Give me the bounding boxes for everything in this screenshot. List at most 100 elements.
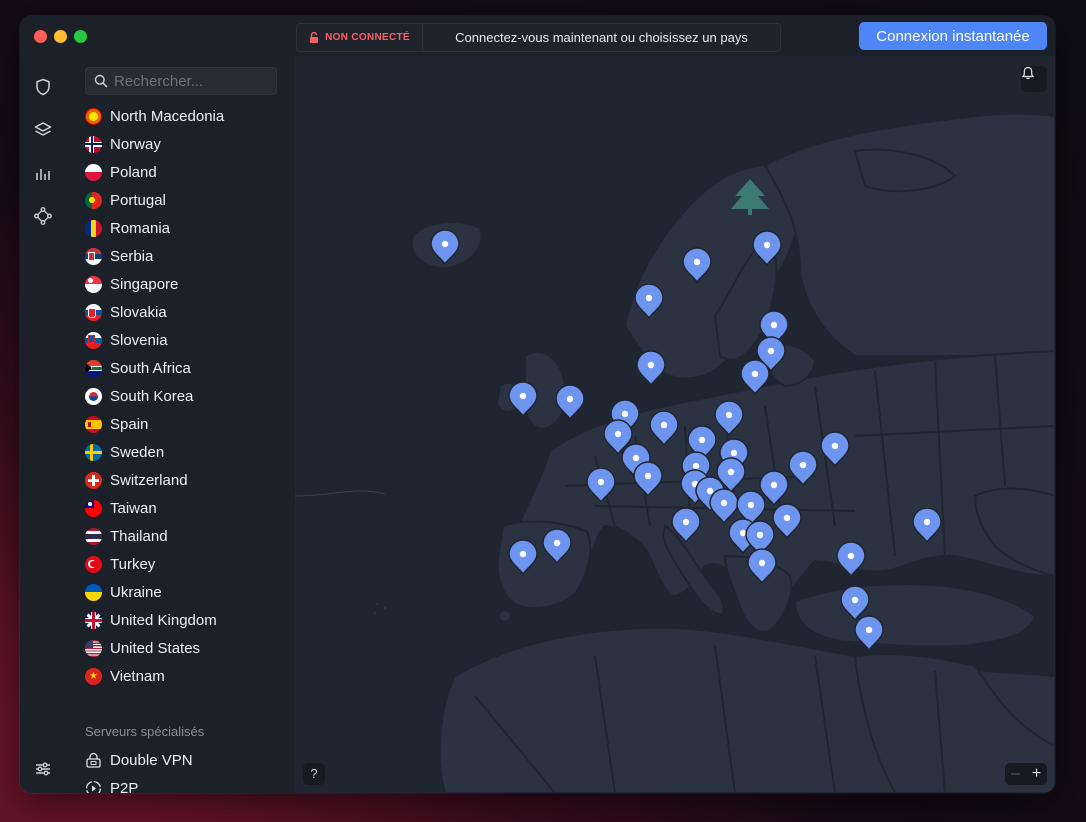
country-item-taiwan[interactable]: Taiwan	[85, 494, 285, 522]
search-input[interactable]	[114, 68, 269, 94]
server-pin[interactable]	[772, 503, 802, 540]
double-vpn-icon	[86, 752, 101, 768]
country-item-slovakia[interactable]: Slovakia	[85, 298, 285, 326]
settings-sliders-icon[interactable]	[34, 760, 52, 778]
country-item-united-states[interactable]: United States	[85, 634, 285, 662]
country-label: United States	[110, 639, 201, 657]
country-label: Spain	[110, 415, 149, 433]
server-pin[interactable]	[542, 528, 572, 565]
country-list: North Macedonia Norway Poland Portugal Roman…	[85, 102, 285, 690]
shield-icon[interactable]	[34, 78, 52, 96]
server-pin[interactable]	[714, 400, 744, 437]
server-pin[interactable]	[752, 230, 782, 267]
country-label: Portugal	[110, 191, 166, 209]
country-item-poland[interactable]: Poland	[85, 158, 285, 186]
country-label: Turkey	[110, 555, 156, 573]
server-pin[interactable]	[508, 539, 538, 576]
app-window: NON CONNECTÉ Connectez-vous maintenant o…	[20, 16, 1055, 793]
country-item-singapore[interactable]: Singapore	[85, 270, 285, 298]
country-item-turkey[interactable]: Turkey	[85, 550, 285, 578]
country-item-slovenia[interactable]: Slovenia	[85, 326, 285, 354]
country-item-norway[interactable]: Norway	[85, 130, 285, 158]
close-window-button[interactable]	[34, 30, 47, 43]
quick-connect-button[interactable]: Connexion instantanée	[859, 22, 1047, 50]
country-label: United Kingdom	[110, 611, 217, 629]
meshnet-icon[interactable]	[34, 207, 52, 225]
server-map[interactable]: ? – +	[295, 56, 1055, 793]
turkey-flag-icon	[85, 555, 102, 573]
sweden-flag-icon	[85, 443, 102, 461]
server-pin[interactable]	[634, 283, 664, 320]
country-label: Slovakia	[110, 303, 167, 321]
south-korea-flag-icon	[85, 387, 102, 405]
server-pin[interactable]	[682, 247, 712, 284]
country-item-thailand[interactable]: Thailand	[85, 522, 285, 550]
country-item-united-kingdom[interactable]: United Kingdom	[85, 606, 285, 634]
specialty-item-p2p[interactable]: P2P	[85, 774, 138, 793]
singapore-flag-icon	[85, 275, 102, 293]
help-button[interactable]: ?	[303, 763, 325, 785]
country-item-spain[interactable]: Spain	[85, 410, 285, 438]
country-item-sweden[interactable]: Sweden	[85, 438, 285, 466]
country-label: Switzerland	[110, 471, 188, 489]
specialty-item-double-vpn[interactable]: Double VPN	[85, 746, 193, 774]
country-item-serbia[interactable]: Serbia	[85, 242, 285, 270]
vietnam-flag-icon	[85, 667, 102, 685]
server-pin[interactable]	[854, 615, 884, 652]
country-item-romania[interactable]: Romania	[85, 214, 285, 242]
server-pin[interactable]	[740, 359, 770, 396]
zoom-controls: – +	[1005, 763, 1047, 785]
romania-flag-icon	[85, 219, 102, 237]
server-pin[interactable]	[633, 461, 663, 498]
country-item-vietnam[interactable]: Vietnam	[85, 662, 285, 690]
country-item-portugal[interactable]: Portugal	[85, 186, 285, 214]
country-item-north-macedonia[interactable]: North Macedonia	[85, 102, 285, 130]
country-label: Thailand	[110, 527, 168, 545]
server-pin[interactable]	[747, 548, 777, 585]
country-label: Taiwan	[110, 499, 157, 517]
server-pin[interactable]	[508, 381, 538, 418]
server-pin[interactable]	[586, 467, 616, 504]
specialty-item-label: P2P	[110, 779, 139, 794]
title-bar: NON CONNECTÉ Connectez-vous maintenant o…	[20, 16, 1055, 56]
country-item-ukraine[interactable]: Ukraine	[85, 578, 285, 606]
country-item-switzerland[interactable]: Switzerland	[85, 466, 285, 494]
unlocked-icon	[310, 32, 319, 43]
country-label: North Macedonia	[110, 107, 225, 125]
server-pin[interactable]	[671, 507, 701, 544]
stats-icon[interactable]	[34, 164, 52, 182]
server-pin[interactable]	[840, 585, 870, 622]
norway-flag-icon	[85, 135, 102, 153]
slovakia-flag-icon	[85, 303, 102, 321]
notifications-button[interactable]	[1021, 66, 1047, 92]
server-pin[interactable]	[820, 431, 850, 468]
country-label: South Africa	[110, 359, 191, 377]
layers-icon[interactable]	[34, 121, 52, 139]
bell-icon	[1021, 66, 1035, 80]
server-pin[interactable]	[430, 229, 460, 266]
server-pin[interactable]	[555, 384, 585, 421]
portugal-flag-icon	[85, 191, 102, 209]
switzerland-flag-icon	[85, 471, 102, 489]
p2p-icon	[85, 780, 102, 793]
server-pin[interactable]	[912, 507, 942, 544]
status-message: Connectez-vous maintenant ou choisissez …	[455, 30, 748, 45]
country-item-south-korea[interactable]: South Korea	[85, 382, 285, 410]
minimize-window-button[interactable]	[54, 30, 67, 43]
country-sidebar: North Macedonia Norway Poland Portugal Roman…	[67, 56, 294, 793]
zoom-out-button[interactable]: –	[1005, 763, 1026, 785]
south-africa-flag-icon	[85, 359, 102, 377]
country-item-south-africa[interactable]: South Africa	[85, 354, 285, 382]
server-pin[interactable]	[709, 488, 739, 525]
country-label: Serbia	[110, 247, 154, 265]
maximize-window-button[interactable]	[74, 30, 87, 43]
zoom-in-button[interactable]: +	[1026, 763, 1047, 785]
server-pin[interactable]	[649, 410, 679, 447]
search-box[interactable]	[85, 67, 277, 95]
poland-flag-icon	[85, 163, 102, 181]
server-pin[interactable]	[636, 350, 666, 387]
server-pin[interactable]	[836, 541, 866, 578]
country-label: Vietnam	[110, 667, 165, 685]
server-pin[interactable]	[788, 450, 818, 487]
country-label: Singapore	[110, 275, 179, 293]
